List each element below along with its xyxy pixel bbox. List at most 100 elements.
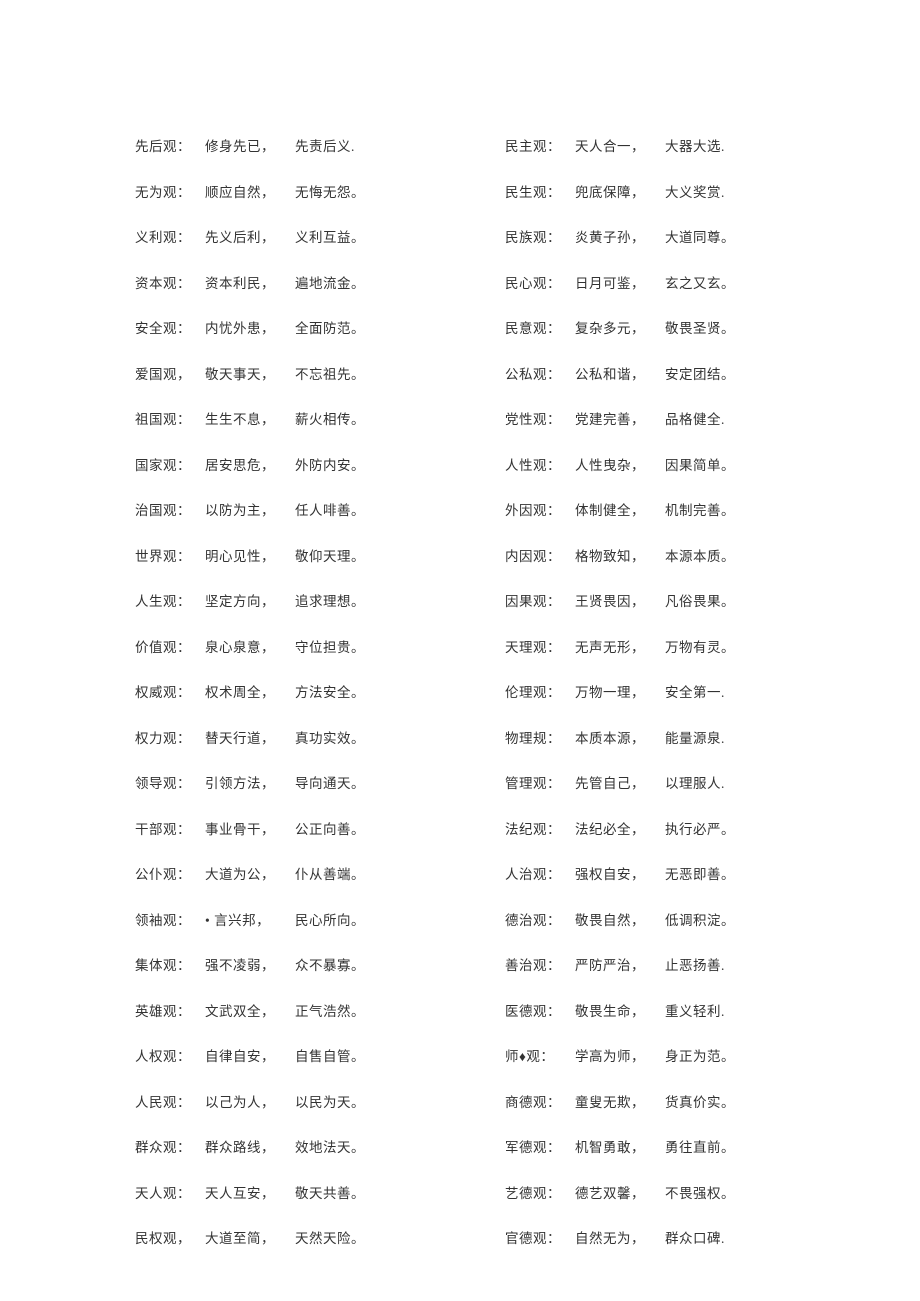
row-phrase-2: 勇往直前。: [665, 1136, 735, 1156]
text-row: 因果观：王贤畏因，凡俗畏果。: [505, 590, 790, 610]
row-phrase-1: 无声无形，: [575, 636, 665, 656]
row-label: 法纪观：: [505, 818, 575, 838]
row-phrase-1: 体制健全，: [575, 499, 665, 519]
left-column: 先后观：修身先已，先责后义.无为观：顺应自然，无悔无怨。义利观：先义后利，义利互…: [135, 135, 420, 1273]
row-phrase-1: 引领方法，: [205, 772, 295, 792]
row-phrase-2: 无恶即善。: [665, 863, 735, 883]
row-phrase-2: 本源本质。: [665, 545, 735, 565]
row-label: 人性观：: [505, 454, 575, 474]
text-row: 爱国观，敬天事天，不忘祖先。: [135, 363, 420, 383]
row-phrase-2: 敬畏圣贤。: [665, 317, 735, 337]
row-phrase-1: 学高为师，: [575, 1045, 665, 1065]
row-phrase-2: 先责后义.: [295, 135, 355, 155]
row-phrase-1: 王贤畏因，: [575, 590, 665, 610]
text-row: 领导观：引领方法，导向通天。: [135, 772, 420, 792]
row-phrase-2: 机制完善。: [665, 499, 735, 519]
row-phrase-1: 居安思危，: [205, 454, 295, 474]
row-label: 安全观：: [135, 317, 205, 337]
row-label: 国家观：: [135, 454, 205, 474]
row-phrase-2: 安全第一.: [665, 681, 725, 701]
row-phrase-1: 复杂多元，: [575, 317, 665, 337]
row-phrase-1: • 言兴邦，: [205, 909, 295, 929]
row-label: 价值观：: [135, 636, 205, 656]
row-phrase-2: 品格健全.: [665, 408, 725, 428]
row-phrase-1: 本质本源，: [575, 727, 665, 747]
row-phrase-2: 民心所向。: [295, 909, 365, 929]
text-row: 外因观：体制健全，机制完善。: [505, 499, 790, 519]
row-phrase-2: 以民为天。: [295, 1091, 365, 1111]
row-phrase-2: 薪火相传。: [295, 408, 365, 428]
row-phrase-2: 遍地流金。: [295, 272, 365, 292]
row-phrase-1: 童叟无欺，: [575, 1091, 665, 1111]
text-row: 资本观：资本利民，遍地流金。: [135, 272, 420, 292]
text-row: 无为观：顺应自然，无悔无怨。: [135, 181, 420, 201]
row-phrase-1: 万物一理，: [575, 681, 665, 701]
text-row: 世界观：明心见性，敬仰天理。: [135, 545, 420, 565]
text-row: 管理观：先管自己，以理服人.: [505, 772, 790, 792]
row-phrase-2: 仆从善端。: [295, 863, 365, 883]
row-label: 党性观：: [505, 408, 575, 428]
row-label: 领袖观：: [135, 909, 205, 929]
row-phrase-1: 明心见性，: [205, 545, 295, 565]
row-phrase-1: 先义后利，: [205, 226, 295, 246]
row-phrase-1: 兜底保障，: [575, 181, 665, 201]
text-row: 英雄观：文武双全，正气浩然。: [135, 1000, 420, 1020]
row-label: 民主观：: [505, 135, 575, 155]
row-label: 伦理观：: [505, 681, 575, 701]
row-phrase-2: 因果简单。: [665, 454, 735, 474]
row-label: 内因观：: [505, 545, 575, 565]
row-phrase-1: 坚定方向，: [205, 590, 295, 610]
row-label: 公仆观：: [135, 863, 205, 883]
text-row: 民意观：复杂多元，敬畏圣贤。: [505, 317, 790, 337]
row-label: 因果观：: [505, 590, 575, 610]
row-phrase-1: 资本利民，: [205, 272, 295, 292]
text-row: 民权观，大道至简，天然天险。: [135, 1227, 420, 1247]
text-row: 艺德观：德艺双馨，不畏强权。: [505, 1182, 790, 1202]
row-phrase-1: 修身先已，: [205, 135, 295, 155]
row-phrase-2: 正气浩然。: [295, 1000, 365, 1020]
row-phrase-1: 严防严治，: [575, 954, 665, 974]
row-phrase-2: 执行必严。: [665, 818, 735, 838]
row-phrase-2: 凡俗畏果。: [665, 590, 735, 610]
row-label: 德治观：: [505, 909, 575, 929]
row-label: 世界观：: [135, 545, 205, 565]
text-row: 内因观：格物致知，本源本质。: [505, 545, 790, 565]
row-phrase-2: 方法安全。: [295, 681, 365, 701]
row-phrase-1: 内忧外患，: [205, 317, 295, 337]
row-phrase-2: 导向通天。: [295, 772, 365, 792]
text-row: 民生观：兜底保障，大义奖赏.: [505, 181, 790, 201]
row-phrase-2: 能量源泉.: [665, 727, 725, 747]
text-row: 民主观：天人合一，大器大选.: [505, 135, 790, 155]
row-label: 权力观：: [135, 727, 205, 747]
row-phrase-1: 德艺双馨，: [575, 1182, 665, 1202]
text-row: 义利观：先义后利，义利互益。: [135, 226, 420, 246]
text-row: 民心观：日月可鉴，玄之又玄。: [505, 272, 790, 292]
text-row: 人权观：自律自安，自售自管。: [135, 1045, 420, 1065]
text-row: 国家观：居安思危，外防内安。: [135, 454, 420, 474]
text-row: 医德观：敬畏生命，重义轻利.: [505, 1000, 790, 1020]
text-row: 治国观：以防为主，任人啡善。: [135, 499, 420, 519]
row-phrase-1: 大道至简，: [205, 1227, 295, 1247]
row-phrase-1: 大道为公，: [205, 863, 295, 883]
row-phrase-1: 泉心泉意，: [205, 636, 295, 656]
row-phrase-2: 义利互益。: [295, 226, 365, 246]
row-phrase-2: 重义轻利.: [665, 1000, 725, 1020]
row-phrase-1: 机智勇敢，: [575, 1136, 665, 1156]
text-row: 领袖观： • 言兴邦，民心所向。: [135, 909, 420, 929]
row-label: 管理观：: [505, 772, 575, 792]
row-phrase-2: 大义奖赏.: [665, 181, 725, 201]
row-phrase-2: 外防内安。: [295, 454, 365, 474]
content-container: 先后观：修身先已，先责后义.无为观：顺应自然，无悔无怨。义利观：先义后利，义利互…: [135, 135, 790, 1273]
text-row: 公私观：公私和谐，安定团结。: [505, 363, 790, 383]
row-phrase-2: 玄之又玄。: [665, 272, 735, 292]
row-label: 群众观：: [135, 1136, 205, 1156]
row-phrase-2: 低调积淀。: [665, 909, 735, 929]
row-phrase-1: 权术周全，: [205, 681, 295, 701]
row-label: 民意观：: [505, 317, 575, 337]
row-phrase-2: 以理服人.: [665, 772, 725, 792]
row-phrase-2: 任人啡善。: [295, 499, 365, 519]
row-label: 治国观：: [135, 499, 205, 519]
row-phrase-1: 事业骨干，: [205, 818, 295, 838]
row-phrase-1: 强不凌弱，: [205, 954, 295, 974]
text-row: 人民观：以己为人，以民为天。: [135, 1091, 420, 1111]
